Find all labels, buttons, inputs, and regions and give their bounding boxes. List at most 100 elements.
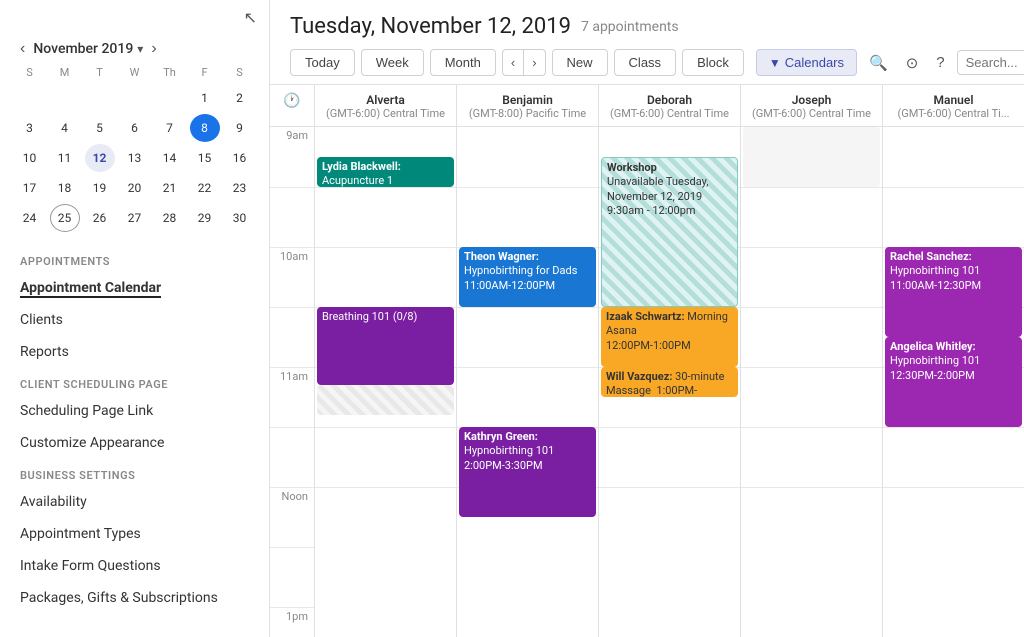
appointments-section-label: APPOINTMENTS: [0, 245, 269, 272]
event-blocked-alverta[interactable]: [317, 385, 454, 415]
calendar-body: 9am10am11amNoon1pm2pm3pm Lydia Blackwell…: [270, 127, 1024, 637]
next-date-button[interactable]: ›: [524, 49, 545, 76]
mini-cal-cell[interactable]: 21: [155, 174, 185, 202]
mini-cal-cell[interactable]: 23: [225, 174, 255, 202]
time-label: 9am: [270, 127, 314, 187]
hour-row: [741, 307, 882, 367]
mini-cal-cell[interactable]: 4: [50, 114, 80, 142]
date-navigation: ‹ ›: [502, 49, 546, 76]
col-header-benjamin: Benjamin (GMT-8:00) Pacific Time: [456, 85, 598, 126]
appointment-calendar-label[interactable]: Appointment Calendar: [20, 280, 161, 298]
month-dropdown-arrow[interactable]: ▾: [137, 42, 143, 56]
class-button[interactable]: Class: [614, 49, 677, 76]
packages-gifts-subscriptions-nav[interactable]: Packages, Gifts & Subscriptions: [0, 582, 269, 614]
col-name-benjamin: Benjamin: [461, 93, 594, 107]
reports-nav[interactable]: Reports: [0, 336, 269, 368]
mini-cal-cell[interactable]: 16: [225, 144, 255, 172]
customize-appearance-nav[interactable]: Customize Appearance: [0, 427, 269, 459]
clients-nav[interactable]: Clients: [0, 304, 269, 336]
calendars-button[interactable]: ▼ Calendars: [756, 49, 857, 76]
client-scheduling-section-label: CLIENT SCHEDULING PAGE: [0, 368, 269, 395]
mini-cal-cell[interactable]: 18: [50, 174, 80, 202]
mini-cal-cell[interactable]: 19: [85, 174, 115, 202]
event-breathing-101[interactable]: Breathing 101 (0/8): [317, 307, 454, 385]
event-kathryn-green[interactable]: Kathryn Green: Hypnobirthing 101 2:00PM-…: [459, 427, 596, 517]
col-joseph[interactable]: [740, 127, 882, 637]
calendars-label: Calendars: [785, 55, 844, 70]
mini-cal-cell[interactable]: 29: [190, 204, 220, 232]
week-button[interactable]: Week: [361, 49, 424, 76]
event-time: 11:00AM-12:30PM: [890, 279, 981, 292]
mini-cal-cell[interactable]: 9: [225, 114, 255, 142]
event-rachel-sanchez[interactable]: Rachel Sanchez: Hypnobirthing 101 11:00A…: [885, 247, 1022, 337]
intake-form-questions-nav[interactable]: Intake Form Questions: [0, 550, 269, 582]
search-input[interactable]: [966, 55, 1024, 70]
mini-calendar: S M T W Th F S 1234567891011121314151617…: [0, 60, 269, 245]
mini-cal-cell[interactable]: 12: [85, 144, 115, 172]
appointment-count: 7 appointments: [581, 19, 679, 35]
event-lydia-blackwell[interactable]: Lydia Blackwell: Acupuncture 1 9:30AM-10…: [317, 157, 454, 187]
hour-row: [457, 187, 598, 247]
mini-cal-cell[interactable]: 6: [120, 114, 150, 142]
mini-cal-cell[interactable]: 24: [15, 204, 45, 232]
mini-cal-cell[interactable]: 22: [190, 174, 220, 202]
mini-cal-cell[interactable]: 30: [225, 204, 255, 232]
new-button[interactable]: New: [552, 49, 608, 76]
hour-row: [599, 487, 740, 547]
event-workshop-unavailable[interactable]: WorkshopUnavailable Tuesday, November 12…: [601, 157, 738, 307]
page-title: Tuesday, November 12, 2019: [290, 14, 571, 39]
prev-date-button[interactable]: ‹: [502, 49, 524, 76]
col-header-manuel: Manuel (GMT-6:00) Central Ti...: [882, 85, 1024, 126]
mini-cal-cell[interactable]: 28: [155, 204, 185, 232]
availability-nav[interactable]: Availability: [0, 486, 269, 518]
mini-cal-cell[interactable]: 8: [190, 114, 220, 142]
event-theon-wagner[interactable]: Theon Wagner: Hypnobirthing for Dads 11:…: [459, 247, 596, 307]
col-benjamin[interactable]: Theon Wagner: Hypnobirthing for Dads 11:…: [456, 127, 598, 637]
event-will-vazquez[interactable]: Will Vazquez: 30-minute Massage 1:00PM-1…: [601, 367, 738, 397]
magnify-button[interactable]: 🔍: [863, 50, 894, 76]
col-header-joseph: Joseph (GMT-6:00) Central Time: [740, 85, 882, 126]
appointment-types-nav[interactable]: Appointment Types: [0, 518, 269, 550]
col-deborah[interactable]: WorkshopUnavailable Tuesday, November 12…: [598, 127, 740, 637]
next-month-button[interactable]: ›: [147, 38, 160, 60]
main-content: Tuesday, November 12, 2019 7 appointment…: [270, 0, 1024, 637]
event-izaak-schwartz[interactable]: Izaak Schwartz: Morning Asana 12:00PM-1:…: [601, 307, 738, 367]
col-tz-joseph: (GMT-6:00) Central Time: [745, 107, 878, 120]
prev-month-button[interactable]: ‹: [16, 38, 29, 60]
today-button[interactable]: Today: [290, 49, 355, 76]
collapse-sidebar-button[interactable]: ↖: [244, 8, 257, 28]
hour-row: [457, 367, 598, 427]
mini-cal-cell[interactable]: 1: [190, 84, 220, 112]
appointment-calendar-nav[interactable]: Appointment Calendar: [0, 272, 269, 304]
mini-cal-cell[interactable]: 25: [50, 204, 80, 232]
col-alverta[interactable]: Lydia Blackwell: Acupuncture 1 9:30AM-10…: [314, 127, 456, 637]
mini-cal-cell[interactable]: 10: [15, 144, 45, 172]
help-button[interactable]: ?: [930, 50, 950, 75]
mini-cal-cell[interactable]: 26: [85, 204, 115, 232]
hour-row: [741, 487, 882, 547]
mini-cal-cell[interactable]: 15: [190, 144, 220, 172]
hour-row: [741, 367, 882, 427]
hour-row: [883, 487, 1024, 547]
col-manuel[interactable]: Rachel Sanchez: Hypnobirthing 101 11:00A…: [882, 127, 1024, 637]
mini-cal-cell[interactable]: 27: [120, 204, 150, 232]
time-column: 9am10am11amNoon1pm2pm3pm: [270, 127, 314, 637]
mini-cal-cell[interactable]: 20: [120, 174, 150, 202]
print-button[interactable]: ⊙: [900, 50, 925, 76]
scheduling-page-link-nav[interactable]: Scheduling Page Link: [0, 395, 269, 427]
mini-cal-cell[interactable]: 17: [15, 174, 45, 202]
mini-cal-cell[interactable]: 2: [225, 84, 255, 112]
event-time: 2:00PM-3:30PM: [464, 459, 543, 472]
event-angelica-whitley[interactable]: Angelica Whitley: Hypnobirthing 101 12:3…: [885, 337, 1022, 427]
mini-cal-cell[interactable]: 7: [155, 114, 185, 142]
mini-cal-cell[interactable]: 11: [50, 144, 80, 172]
time-header-cell: 🕐: [270, 85, 314, 126]
event-title: Angelica Whitley: Hypnobirthing 101: [890, 340, 980, 367]
month-button[interactable]: Month: [430, 49, 496, 76]
col-tz-deborah: (GMT-6:00) Central Time: [603, 107, 736, 120]
mini-cal-cell[interactable]: 3: [15, 114, 45, 142]
mini-cal-cell[interactable]: 13: [120, 144, 150, 172]
block-button[interactable]: Block: [682, 49, 744, 76]
mini-cal-cell[interactable]: 5: [85, 114, 115, 142]
mini-cal-cell[interactable]: 14: [155, 144, 185, 172]
